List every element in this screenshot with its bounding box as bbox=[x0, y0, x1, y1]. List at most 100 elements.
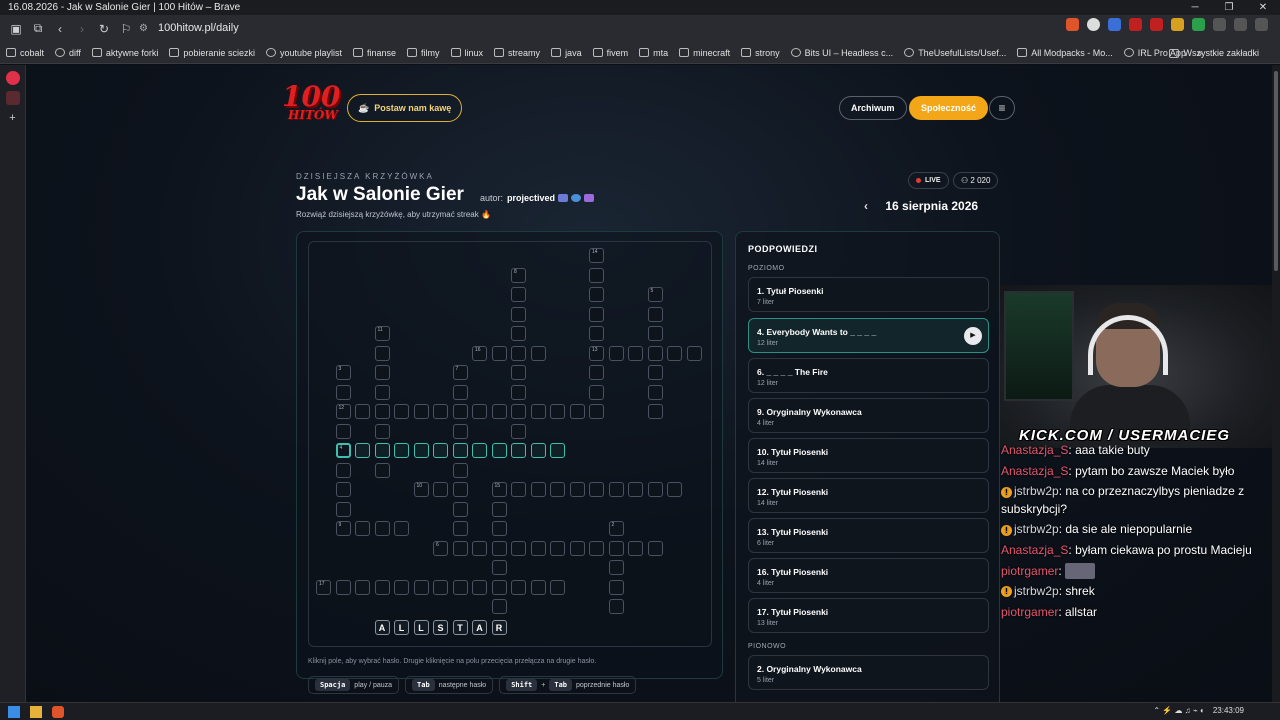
bookmark-item[interactable]: TheUsefulLists/Usef... bbox=[904, 48, 1006, 58]
crossword-cell[interactable] bbox=[511, 326, 526, 341]
clue-item[interactable]: 9. Oryginalny Wykonawca 4 liter bbox=[748, 398, 989, 433]
crossword-cell[interactable] bbox=[335, 462, 351, 478]
crossword-cell[interactable] bbox=[472, 540, 487, 556]
crossword-cell[interactable]: 11 bbox=[374, 326, 390, 341]
crossword-cell[interactable] bbox=[589, 482, 604, 497]
bookmark-item[interactable]: All Modpacks - Mo... bbox=[1017, 48, 1113, 58]
crossword-cell[interactable] bbox=[647, 326, 663, 341]
file-explorer-icon[interactable] bbox=[30, 706, 42, 718]
brave-shield-icon[interactable] bbox=[1066, 18, 1079, 31]
crossword-cell[interactable] bbox=[394, 579, 409, 595]
crossword-cell[interactable] bbox=[647, 482, 663, 497]
crossword-cell[interactable] bbox=[394, 404, 409, 419]
crossword-cell[interactable] bbox=[608, 482, 624, 497]
clue-item-active[interactable]: 4. Everybody Wants to _ _ _ _ 12 liter ▶ bbox=[748, 318, 989, 353]
clue-item[interactable]: 12. Tytuł Piosenki 14 liter bbox=[748, 478, 989, 513]
crossword-cell[interactable]: 16 bbox=[472, 345, 487, 361]
scrollbar-thumb[interactable] bbox=[1274, 71, 1278, 271]
crossword-cell[interactable] bbox=[511, 579, 526, 595]
crossword-cell[interactable] bbox=[374, 404, 390, 419]
brave-taskbar-icon[interactable] bbox=[52, 706, 64, 718]
tabs-icon[interactable]: ⧉ bbox=[28, 19, 48, 39]
crossword-cell[interactable] bbox=[647, 306, 663, 322]
crossword-cell[interactable] bbox=[589, 540, 604, 556]
crossword-cell[interactable] bbox=[647, 384, 663, 400]
crossword-cell[interactable]: 7 bbox=[452, 365, 468, 380]
discord-icon[interactable] bbox=[558, 194, 569, 202]
crossword-cell[interactable]: 9 bbox=[335, 521, 351, 536]
extension-icon[interactable] bbox=[1087, 18, 1100, 31]
crossword-cell[interactable] bbox=[589, 384, 604, 400]
crossword-cell[interactable] bbox=[569, 540, 585, 556]
crossword-cell[interactable] bbox=[530, 540, 546, 556]
crossword-cell[interactable] bbox=[628, 482, 643, 497]
crossword-cell[interactable] bbox=[452, 521, 468, 536]
archive-button[interactable]: Archiwum bbox=[839, 96, 907, 120]
minimize-icon[interactable]: ─ bbox=[1178, 0, 1212, 15]
crossword-cell[interactable] bbox=[530, 345, 546, 361]
all-bookmarks-folder[interactable]: Wszystkie zakładki bbox=[1169, 42, 1259, 63]
typed-letter-cell[interactable]: S bbox=[433, 619, 448, 635]
bookmark-folder[interactable]: minecraft bbox=[679, 48, 730, 58]
crossword-cell[interactable] bbox=[452, 579, 468, 595]
twitch-icon[interactable] bbox=[584, 194, 595, 202]
crossword-cell[interactable] bbox=[335, 482, 351, 497]
extension-icon[interactable] bbox=[1171, 18, 1184, 31]
typed-letter-cell[interactable]: A bbox=[472, 619, 487, 635]
crossword-cell[interactable] bbox=[589, 267, 604, 283]
crossword-cell[interactable] bbox=[491, 345, 507, 361]
crossword-cell[interactable] bbox=[413, 404, 429, 419]
crossword-cell[interactable] bbox=[433, 443, 448, 458]
url-text[interactable]: 100hitow.pl/daily bbox=[158, 22, 239, 34]
crossword-cell[interactable]: 6 bbox=[433, 540, 448, 556]
crossword-cell[interactable] bbox=[491, 404, 507, 419]
crossword-cell[interactable] bbox=[608, 579, 624, 595]
crossword-cell[interactable] bbox=[491, 501, 507, 517]
bookmark-folder[interactable]: strony bbox=[741, 48, 780, 58]
crossword-cell[interactable] bbox=[491, 599, 507, 614]
crossword-cell[interactable] bbox=[628, 540, 643, 556]
crossword-cell[interactable] bbox=[608, 599, 624, 614]
play-icon[interactable]: ▶ bbox=[964, 327, 982, 345]
crossword-cell[interactable] bbox=[374, 365, 390, 380]
crossword-cell[interactable] bbox=[530, 579, 546, 595]
crossword-cell[interactable]: 14 bbox=[589, 248, 604, 263]
typed-letter-cell[interactable]: T bbox=[452, 619, 468, 635]
crossword-cell[interactable] bbox=[472, 404, 487, 419]
bookmark-folder[interactable]: filmy bbox=[407, 48, 440, 58]
crossword-cell[interactable]: 3 bbox=[335, 365, 351, 380]
crossword-cell[interactable] bbox=[491, 560, 507, 575]
crossword-cell[interactable] bbox=[686, 345, 702, 361]
crossword-cell[interactable] bbox=[374, 579, 390, 595]
bookmark-item[interactable]: pobieranie sciezki bbox=[169, 48, 255, 58]
clue-item[interactable]: 13. Tytuł Piosenki 6 liter bbox=[748, 518, 989, 553]
extension-icon[interactable] bbox=[1192, 18, 1205, 31]
site-logo[interactable]: 100 HITÓW bbox=[282, 83, 340, 133]
bookmark-folder[interactable]: linux bbox=[450, 48, 483, 58]
clue-item[interactable]: 1. Tytuł Piosenki 7 liter bbox=[748, 277, 989, 312]
sidebar-app-icon[interactable] bbox=[5, 91, 20, 105]
typed-letter-cell[interactable]: L bbox=[413, 619, 429, 635]
crossword-cell[interactable] bbox=[511, 287, 526, 302]
crossword-cell[interactable] bbox=[452, 404, 468, 419]
bookmark-item[interactable]: cobalt bbox=[6, 48, 44, 58]
crossword-cell[interactable]: 10 bbox=[413, 482, 429, 497]
crossword-cell[interactable] bbox=[452, 501, 468, 517]
crossword-cell[interactable] bbox=[511, 345, 526, 361]
bookmark-folder[interactable]: mta bbox=[639, 48, 668, 58]
crossword-cell[interactable] bbox=[433, 482, 448, 497]
previous-day-icon[interactable]: ‹ bbox=[864, 199, 868, 213]
crossword-cell[interactable] bbox=[569, 482, 585, 497]
crossword-cell[interactable] bbox=[608, 560, 624, 575]
clue-item[interactable]: 6. _ _ _ _ The Fire 12 liter bbox=[748, 358, 989, 393]
bookmark-folder[interactable]: streamy bbox=[494, 48, 540, 58]
community-button[interactable]: Społeczność bbox=[909, 96, 989, 120]
crossword-cell[interactable] bbox=[452, 462, 468, 478]
crossword-cell[interactable] bbox=[511, 306, 526, 322]
page-scrollbar[interactable] bbox=[1272, 65, 1280, 702]
crossword-cell[interactable] bbox=[589, 306, 604, 322]
crossword-cell[interactable] bbox=[511, 482, 526, 497]
crossword-cell[interactable]: 17 bbox=[316, 579, 331, 595]
restore-icon[interactable]: ❐ bbox=[1212, 0, 1246, 15]
crossword-cell[interactable] bbox=[355, 521, 370, 536]
